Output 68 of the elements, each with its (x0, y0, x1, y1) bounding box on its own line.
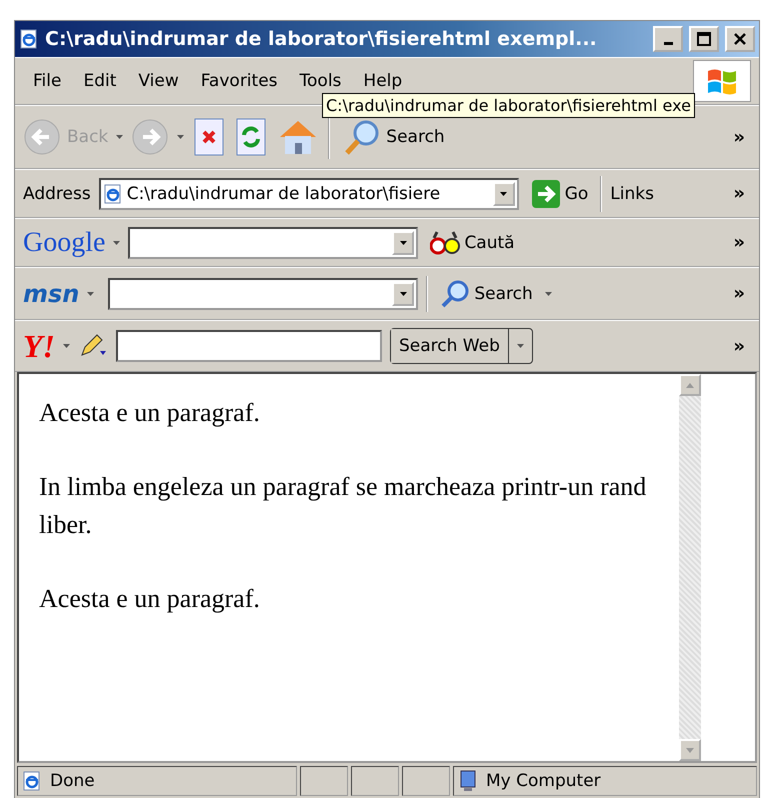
status-text: Done (50, 771, 95, 791)
dropdown-arrow-icon[interactable] (116, 135, 124, 139)
dropdown-button[interactable] (392, 230, 414, 254)
close-button[interactable] (725, 26, 755, 52)
dropdown-arrow-icon[interactable] (113, 240, 120, 244)
go-button[interactable]: Go (526, 178, 592, 208)
window-title: C:\radu\indrumar de laborator\fisierehtml exempl... (45, 28, 598, 50)
links-label[interactable]: Links (610, 184, 654, 204)
page-icon (102, 184, 123, 204)
status-pane (351, 766, 399, 796)
dropdown-arrow-icon[interactable] (177, 135, 184, 139)
page-icon (19, 29, 39, 49)
chevron-button[interactable]: » (727, 336, 751, 356)
computer-icon (458, 769, 478, 793)
dropdown-arrow-icon[interactable] (87, 292, 94, 296)
dropdown-button[interactable] (392, 282, 414, 306)
status-pane (300, 766, 348, 796)
paragraph: Acesta e un paragraf. (39, 583, 261, 615)
up-arrow-icon (686, 382, 694, 388)
paragraph: Acesta e un paragraf. (39, 397, 261, 429)
msn-logo: msn (23, 280, 80, 308)
dropdown-arrow-icon[interactable] (544, 292, 552, 296)
google-logo: Google (23, 226, 106, 258)
scroll-up-button[interactable] (679, 374, 701, 396)
google-search-field[interactable] (128, 226, 418, 258)
chevron-button[interactable]: » (727, 283, 751, 304)
chevron-button[interactable]: » (727, 126, 751, 148)
caret-icon (500, 192, 508, 196)
binoculars-icon (430, 230, 460, 256)
search-icon (440, 278, 470, 308)
caret-icon (400, 240, 407, 244)
yahoo-search-field[interactable] (116, 330, 382, 362)
dropdown-arrow-icon[interactable] (63, 344, 70, 348)
maximize-button[interactable] (689, 26, 719, 52)
tooltip: C:\radu\indrumar de laborator\fisierehtml exe (322, 93, 695, 118)
search-button[interactable]: Search (436, 278, 537, 308)
windows-flag-icon (693, 60, 751, 102)
dropdown-arrow-icon[interactable] (516, 344, 524, 348)
yahoo-logo: Y! (23, 328, 55, 364)
paragraph: In limba engeleza un paragraf se marcheaza printr-un rand liber. (39, 471, 648, 541)
refresh-icon[interactable] (234, 117, 268, 157)
down-arrow-icon (686, 748, 694, 752)
menu-item[interactable]: Favorites (200, 71, 278, 91)
msn-search-field[interactable] (108, 278, 418, 310)
menu-item[interactable]: Tools (300, 71, 342, 91)
maximize-icon (697, 32, 711, 46)
menu-item[interactable]: File (33, 71, 62, 91)
search-web-button[interactable]: Search Web (390, 328, 533, 364)
scroll-down-button[interactable] (679, 739, 701, 761)
caret-icon (400, 292, 407, 296)
stop-icon[interactable] (192, 117, 226, 157)
close-icon (733, 32, 747, 46)
chevron-button[interactable]: » (727, 183, 751, 204)
address-field[interactable]: C:\radu\indrumar de laborator\fisiere (98, 178, 519, 210)
zone-text: My Computer (486, 771, 601, 791)
pencil-icon[interactable] (78, 333, 108, 359)
menu-item[interactable]: Edit (83, 71, 116, 91)
minimize-button[interactable] (653, 26, 683, 52)
status-pane (402, 766, 450, 796)
menu-item[interactable]: View (138, 71, 179, 91)
page-icon (22, 771, 42, 791)
address-label: Address (23, 184, 91, 204)
search-button[interactable]: Search (338, 117, 449, 157)
minimize-icon (664, 42, 672, 44)
dropdown-button[interactable] (492, 182, 515, 206)
search-button[interactable]: Caută (426, 230, 519, 256)
chevron-button[interactable]: » (727, 232, 751, 253)
menu-item[interactable]: Help (363, 71, 402, 91)
